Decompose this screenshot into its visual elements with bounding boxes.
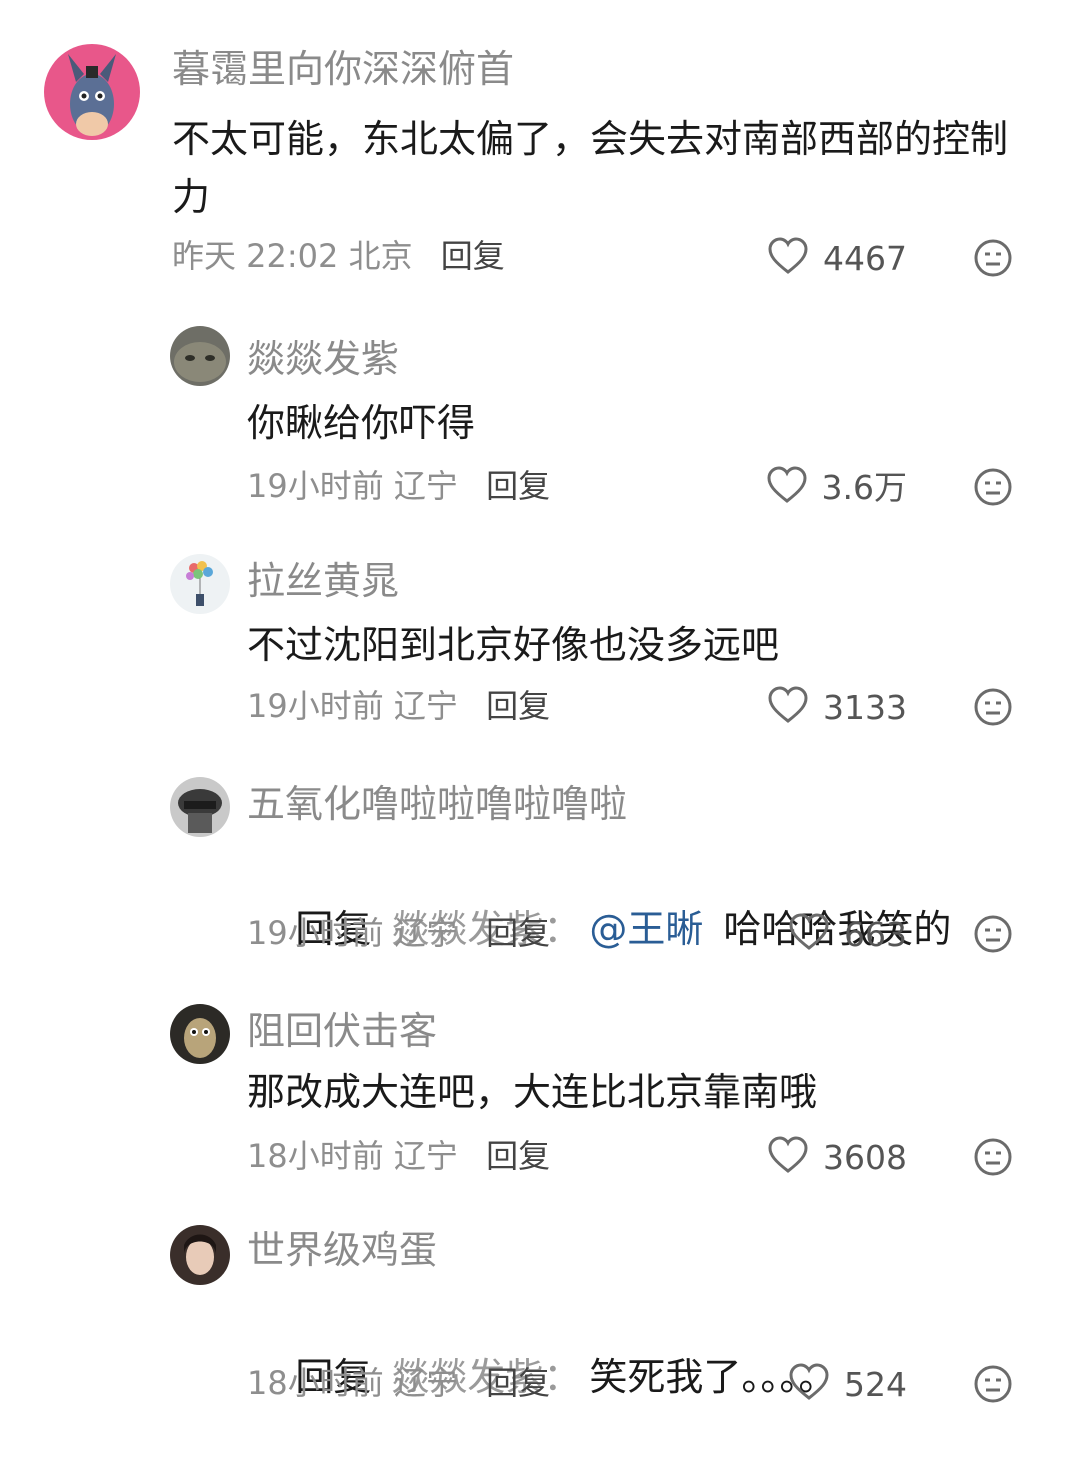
donkey-avatar[interactable] [44, 44, 140, 140]
reply-item: 阻回伏击客 那改成大连吧，大连比北京靠南哦 18小时前 辽宁 回复 3608 [0, 970, 1079, 1195]
username[interactable]: 燚燚发紫 [247, 340, 399, 378]
username[interactable]: 世界级鸡蛋 [247, 1231, 437, 1269]
dislike-button[interactable] [973, 687, 1013, 727]
like-count: 524 [844, 1364, 907, 1404]
reply-item: 燚燚发紫 你瞅给你吓得 19小时前 辽宁 回复 3.6万 [0, 300, 1079, 520]
like-count: 3133 [823, 687, 907, 727]
comment-location: 北京 [348, 237, 413, 275]
comment-time: 18小时前 [247, 1137, 384, 1175]
comment-location: 辽宁 [393, 1364, 458, 1402]
reply-button[interactable]: 回复 [486, 914, 550, 952]
reply-button[interactable]: 回复 [486, 1137, 550, 1175]
dislike-button[interactable] [973, 467, 1013, 507]
meh-face-icon [974, 688, 1012, 726]
comment-item: 暮霭里向你深深俯首 不太可能，东北太偏了，会失去对南部西部的控制力 昨天 22:… [0, 0, 1079, 300]
cat-avatar[interactable] [170, 326, 230, 386]
meh-face-icon [974, 468, 1012, 506]
heart-icon [767, 685, 809, 729]
username[interactable]: 阻回伏击客 [247, 1012, 437, 1050]
username[interactable]: 拉丝黄晁 [247, 562, 399, 600]
comment-text: 不过沈阳到北京好像也没多远吧 [247, 623, 780, 667]
username[interactable]: 五氧化噜啦啦噜啦噜啦 [247, 785, 627, 823]
like-button[interactable]: 3133 [767, 685, 907, 729]
comment-location: 辽宁 [393, 914, 458, 952]
like-button[interactable]: 663 [788, 912, 907, 956]
comment-meta: 19小时前 辽宁 回复 [247, 917, 550, 949]
comment-time: 19小时前 [247, 467, 384, 505]
balloons-avatar[interactable] [170, 554, 230, 614]
comment-text: 你瞅给你吓得 [247, 401, 476, 445]
dislike-button[interactable] [973, 1137, 1013, 1177]
comment-meta: 昨天 22:02 北京 回复 [172, 240, 505, 272]
meh-face-icon [974, 1138, 1012, 1176]
meh-face-icon [974, 1365, 1012, 1403]
comment-meta: 18小时前 辽宁 回复 [247, 1367, 550, 1399]
meh-face-icon [974, 915, 1012, 953]
meh-face-icon [974, 239, 1012, 277]
heart-icon [767, 236, 809, 280]
heart-icon [766, 465, 808, 509]
like-button[interactable]: 3.6万 [766, 465, 907, 509]
dislike-button[interactable] [973, 1364, 1013, 1404]
like-button[interactable]: 4467 [767, 236, 907, 280]
comment-time: 18小时前 [247, 1364, 384, 1402]
like-button[interactable]: 3608 [767, 1135, 907, 1179]
reply-item: 拉丝黄晁 不过沈阳到北京好像也没多远吧 19小时前 辽宁 回复 3133 [0, 520, 1079, 745]
comment-meta: 18小时前 辽宁 回复 [247, 1140, 550, 1172]
like-count: 3.6万 [821, 467, 907, 507]
like-button[interactable]: 524 [788, 1362, 907, 1406]
woman-avatar[interactable] [170, 1225, 230, 1285]
heart-icon [788, 912, 830, 956]
like-count: 663 [844, 914, 907, 954]
comment-time: 19小时前 [247, 914, 384, 952]
username[interactable]: 暮霭里向你深深俯首 [172, 50, 514, 88]
comment-text: 那改成大连吧，大连比北京靠南哦 [247, 1070, 818, 1114]
heart-icon [788, 1362, 830, 1406]
reply-button[interactable]: 回复 [486, 1364, 550, 1402]
helmet-avatar[interactable] [170, 777, 230, 837]
comment-meta: 19小时前 辽宁 回复 [247, 690, 550, 722]
reply-button[interactable]: 回复 [486, 467, 550, 505]
reply-item: 世界级鸡蛋 回复 燚燚发紫： 笑死我了。。。。 18小时前 辽宁 回复 524 [0, 1195, 1079, 1423]
mention-link[interactable]: @王晰 [589, 907, 703, 951]
comment-time: 19小时前 [247, 687, 384, 725]
reply-item: 五氧化噜啦啦噜啦噜啦 回复 燚燚发紫： @王晰 哈哈哈我笑的 19小时前 辽宁 回复 … [0, 745, 1079, 970]
comment-time: 昨天 22:02 [172, 237, 339, 275]
comment-meta: 19小时前 辽宁 回复 [247, 470, 550, 502]
reply-button[interactable]: 回复 [486, 687, 550, 725]
dislike-button[interactable] [973, 238, 1013, 278]
comment-location: 辽宁 [393, 687, 458, 725]
heart-icon [767, 1135, 809, 1179]
comment-location: 辽宁 [393, 467, 458, 505]
dislike-button[interactable] [973, 914, 1013, 954]
reply-button[interactable]: 回复 [441, 237, 505, 275]
like-count: 3608 [823, 1137, 907, 1177]
like-count: 4467 [823, 238, 907, 278]
comment-location: 辽宁 [393, 1137, 458, 1175]
comment-text: 不太可能，东北太偏了，会失去对南部西部的控制力 [172, 117, 1009, 219]
cartoon-avatar[interactable] [170, 1004, 230, 1064]
